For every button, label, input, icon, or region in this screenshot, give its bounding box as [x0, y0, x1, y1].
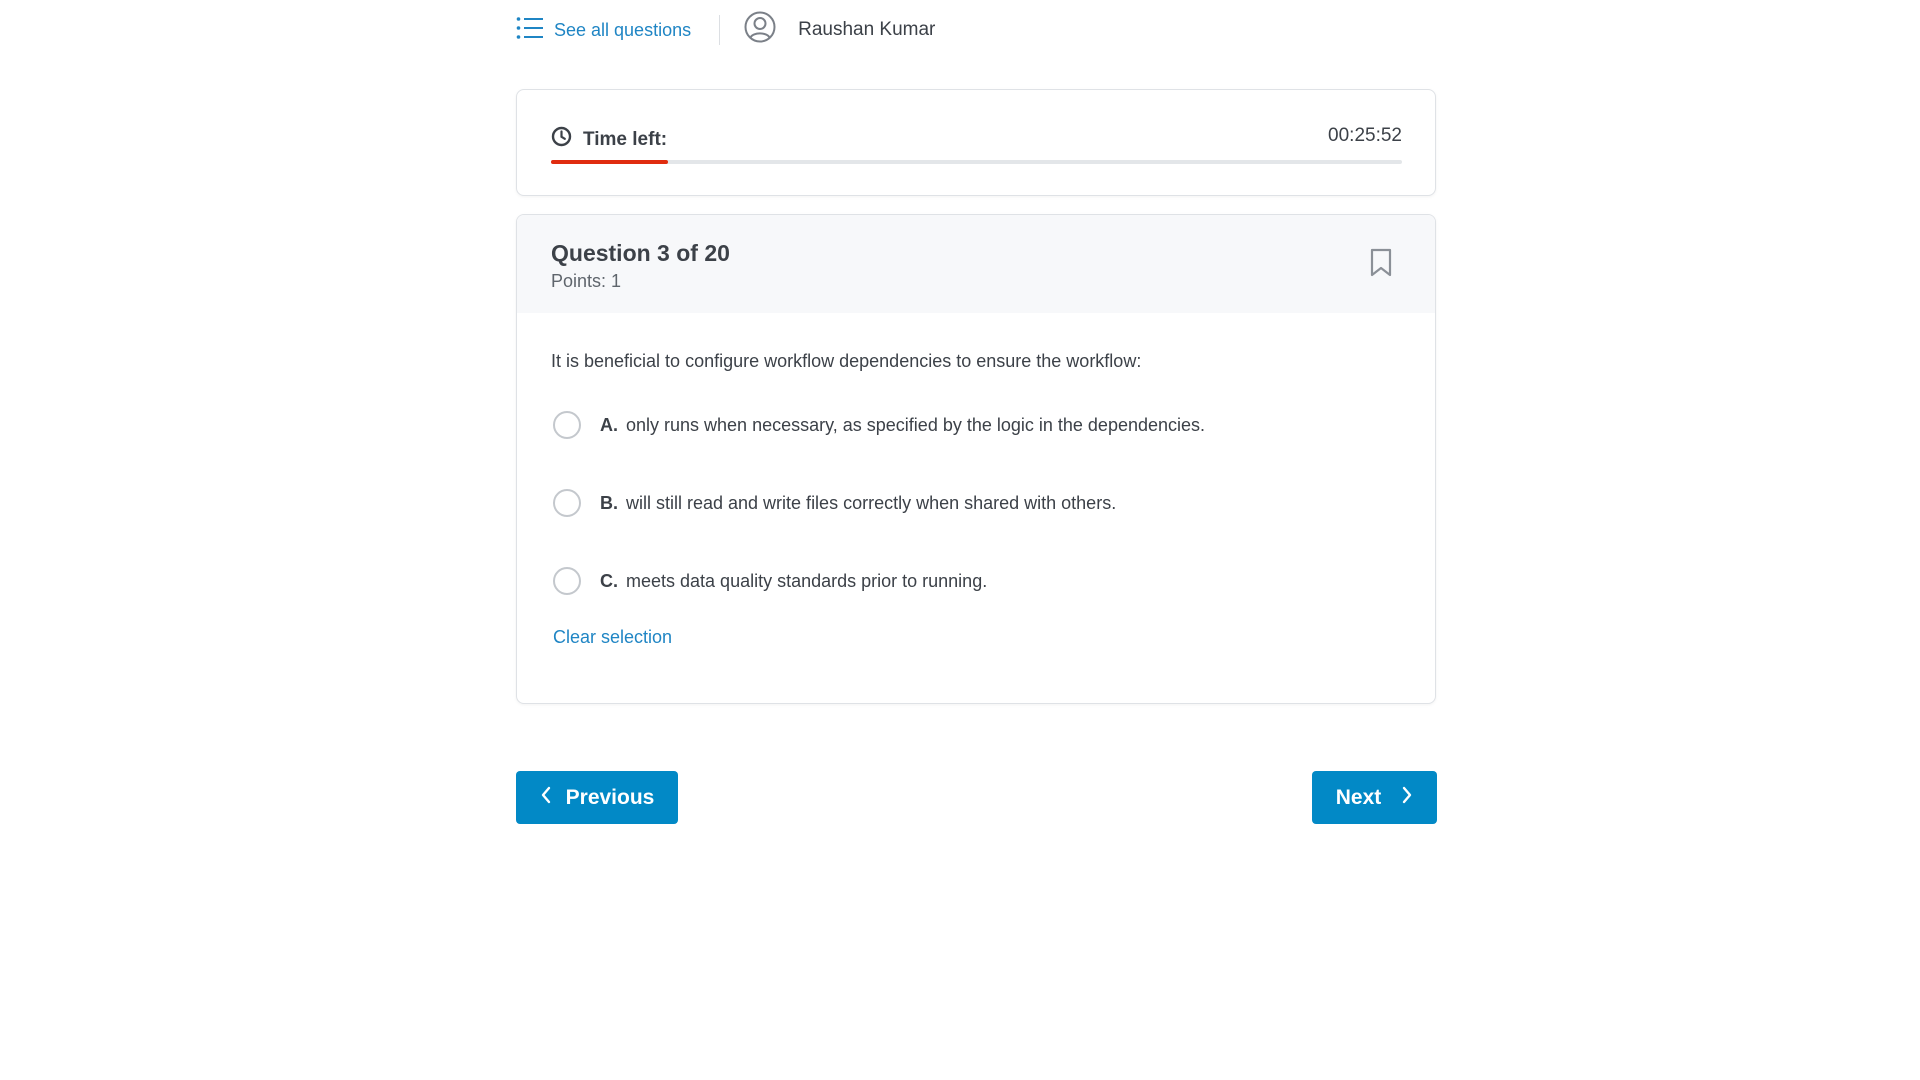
next-label: Next [1335, 785, 1382, 809]
list-icon [516, 16, 554, 45]
clear-selection-link[interactable]: Clear selection [553, 627, 672, 648]
time-left-text: Time left: [583, 128, 668, 150]
user-info: Raushan Kumar [744, 11, 935, 49]
answer-option-b[interactable]: B. will still read and write files corre… [553, 489, 1116, 517]
answer-option-a[interactable]: A. only runs when necessary, as specifie… [553, 411, 1205, 439]
chevron-right-icon [1381, 786, 1413, 810]
option-letter: C. [600, 570, 618, 591]
previous-label: Previous [565, 785, 655, 809]
chevron-left-icon [540, 786, 566, 810]
question-text: It is beneficial to configure workflow d… [551, 351, 1142, 371]
option-letter: B. [600, 492, 618, 513]
time-progress-bar [551, 160, 1402, 164]
question-points: Points: 1 [551, 271, 622, 291]
question-card: Question 3 of 20 Points: 1 It is benefic… [516, 214, 1436, 704]
answer-option-c[interactable]: C. meets data quality standards prior to… [553, 567, 987, 595]
question-title: Question 3 of 20 [551, 240, 730, 266]
see-all-questions-label: See all questions [554, 19, 692, 40]
radio-button[interactable] [553, 411, 581, 439]
radio-button[interactable] [553, 489, 581, 517]
option-text: only runs when necessary, as specified b… [626, 414, 1206, 435]
top-bar: See all questions Raushan Kumar [516, 11, 1436, 49]
time-left-label: Time left: [551, 126, 667, 153]
next-button[interactable]: Next [1312, 771, 1437, 824]
option-letter: A. [600, 414, 618, 435]
previous-button[interactable]: Previous [516, 771, 678, 824]
option-text: will still read and write files correctl… [626, 492, 1117, 513]
user-name: Raushan Kumar [798, 19, 936, 40]
radio-button[interactable] [553, 567, 581, 595]
timer-card: Time left: 00:25:52 [516, 89, 1436, 196]
time-progress-fill [551, 160, 669, 164]
see-all-questions-link[interactable]: See all questions [516, 16, 691, 45]
user-circle-icon [744, 11, 798, 49]
time-left-value: 00:25:52 [1328, 125, 1402, 146]
bookmark-icon[interactable] [1369, 248, 1393, 283]
option-text: meets data quality standards prior to ru… [626, 570, 988, 591]
header-divider [719, 15, 721, 45]
question-header: Question 3 of 20 Points: 1 [517, 215, 1435, 313]
clock-icon [551, 126, 583, 153]
